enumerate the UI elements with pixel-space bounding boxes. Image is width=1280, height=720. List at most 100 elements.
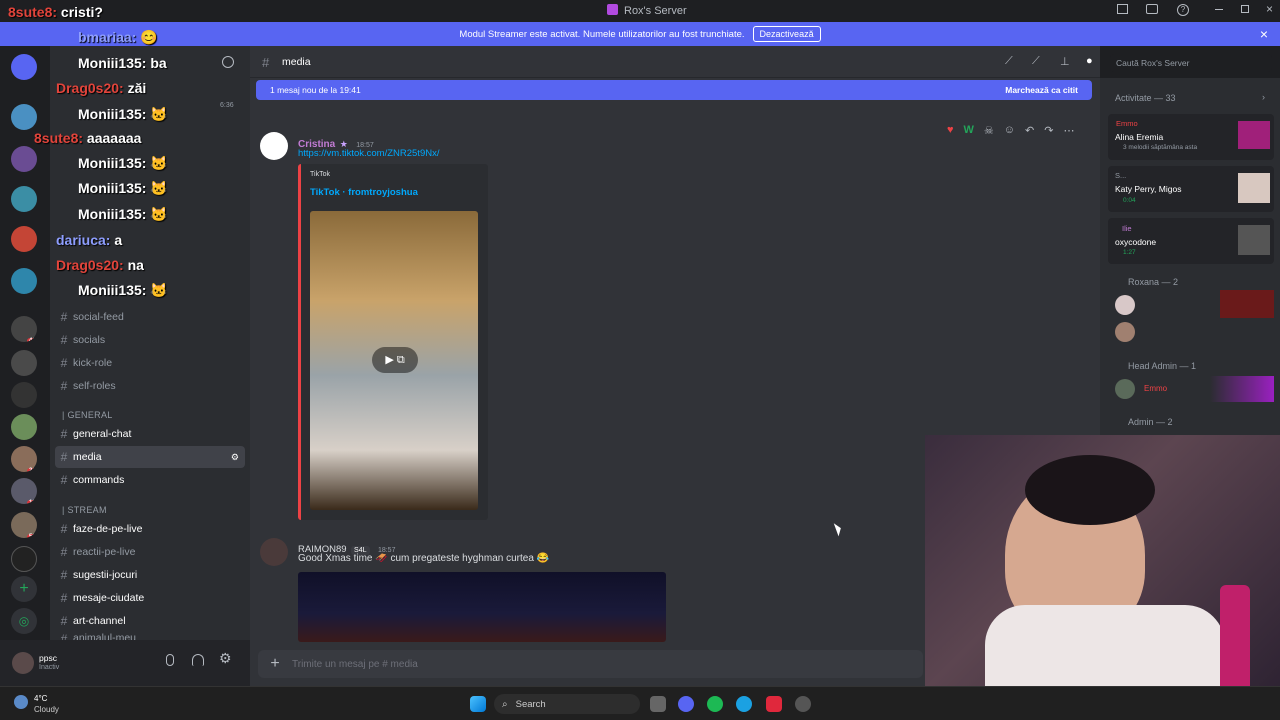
avatar[interactable] — [260, 132, 288, 160]
server-icon[interactable]: 525 — [11, 512, 37, 538]
category-general[interactable]: | GENERAL — [62, 410, 113, 420]
channel-label: mesaje-ciudate — [73, 592, 145, 604]
server-icon[interactable] — [11, 226, 37, 252]
user-settings-icon[interactable]: ⚙ — [219, 650, 232, 667]
server-icon[interactable]: 124 — [11, 478, 37, 504]
inbox-icon[interactable] — [1117, 4, 1128, 14]
message-input[interactable]: + Trimite un mesaj pe # media — [258, 650, 923, 678]
faded-time: 6:36 — [220, 102, 234, 109]
server-icon[interactable] — [11, 268, 37, 294]
album-art — [1238, 225, 1270, 255]
taskbar-search[interactable]: ⌕ Search — [494, 694, 640, 714]
activity-card[interactable]: S... Katy Perry, Migos 0:04 — [1108, 166, 1274, 212]
forward-icon[interactable]: ↷ — [1044, 124, 1053, 140]
monitor-icon[interactable] — [1146, 4, 1158, 14]
app-icon[interactable] — [766, 696, 782, 712]
disable-streamer-button[interactable]: Dezactivează — [752, 26, 821, 42]
activity-header: Activitate — 33 — [1115, 93, 1176, 103]
member-list-icon[interactable]: ● — [1086, 55, 1093, 67]
minimize-icon[interactable] — [1215, 9, 1223, 10]
weather-icon[interactable] — [14, 695, 28, 709]
server-icon[interactable] — [11, 382, 37, 408]
settings-icon[interactable]: ⚙ — [231, 452, 239, 463]
activity-user: Ilie — [1122, 224, 1132, 233]
spotify-icon[interactable] — [707, 696, 723, 712]
edge-icon[interactable] — [736, 696, 752, 712]
threads-icon[interactable]: ⟋ — [1005, 55, 1013, 68]
channel-label: art-channel — [73, 615, 126, 627]
activity-card[interactable]: Ilie oxycodone 1:27 — [1108, 218, 1274, 264]
message-link[interactable]: https://vm.tiktok.com/ZNR25t9Nx/ — [298, 148, 439, 159]
hash-icon: # — [60, 379, 68, 393]
server-icon[interactable]: 465 — [11, 316, 37, 342]
server-icon[interactable] — [11, 54, 37, 80]
hash-icon: # — [60, 427, 68, 441]
chevron-right-icon[interactable]: › — [1262, 92, 1265, 102]
server-icon[interactable] — [11, 350, 37, 376]
webcam-overlay — [925, 435, 1280, 720]
tiktok-embed: TikTok TikTok · fromtroyjoshua ▶ ⧉ — [298, 164, 488, 520]
pin-icon[interactable]: ⊥ — [1060, 55, 1070, 68]
member-name[interactable]: Emmo — [1144, 384, 1167, 393]
discover-icon[interactable]: ◎ — [11, 608, 37, 634]
server-icon[interactable]: 213 — [11, 446, 37, 472]
steam-icon[interactable] — [795, 696, 811, 712]
role-group: Admin — 2 — [1128, 417, 1173, 427]
w-reaction-icon[interactable]: W — [964, 124, 974, 140]
search-input[interactable]: Caută Rox's Server — [1110, 54, 1272, 72]
activity-title: oxycodone — [1115, 237, 1157, 247]
channel-header: # media ⟋ ⟋ ⊥ ● — [250, 46, 1100, 78]
overlay-chat-line: Drag0s20: zăi — [56, 80, 146, 96]
avatar[interactable] — [1115, 295, 1135, 315]
avatar[interactable] — [12, 652, 34, 674]
avatar[interactable] — [1115, 379, 1135, 399]
overlay-chat-line: 8sute8: cristi? — [8, 4, 103, 20]
skull-icon[interactable]: ☠ — [984, 124, 994, 140]
server-icon[interactable] — [11, 186, 37, 212]
activity-card[interactable]: Emmo Alina Eremia 3 melodii săptămâna as… — [1108, 114, 1274, 160]
reply-icon[interactable]: ↶ — [1025, 124, 1034, 140]
server-icon[interactable] — [11, 414, 37, 440]
channel-item-active[interactable]: # media ⚙ — [55, 446, 245, 468]
headphones-icon[interactable] — [192, 654, 204, 666]
category-stream[interactable]: | STREAM — [62, 505, 107, 515]
avatar[interactable] — [1115, 322, 1135, 342]
channel-label: reactii-pe-live — [73, 546, 136, 558]
overlay-text: aaaaaaa — [86, 130, 142, 146]
overlay-username: Drag0s20: — [56, 80, 124, 96]
channel-title: media — [282, 56, 311, 68]
overlay-chat-line: Moniii135: 🐱 — [78, 206, 168, 223]
heart-icon[interactable]: ♥ — [947, 124, 954, 140]
maximize-icon[interactable] — [1241, 5, 1249, 13]
video-thumbnail[interactable]: ▶ ⧉ — [310, 211, 478, 510]
notifications-icon[interactable]: ⟋ — [1032, 55, 1040, 68]
add-reaction-icon[interactable]: ☺ — [1004, 124, 1015, 140]
image-attachment[interactable] — [298, 572, 666, 642]
windows-start-icon[interactable] — [470, 696, 486, 712]
server-icon[interactable] — [11, 546, 37, 572]
banner-close-icon[interactable]: × — [1260, 26, 1268, 42]
new-messages-bar[interactable]: 1 mesaj nou de la 19:41 Marchează ca cit… — [256, 80, 1092, 100]
add-attachment-icon[interactable]: + — [258, 655, 292, 673]
more-icon[interactable]: ⋯ — [1063, 124, 1074, 140]
overlay-username: Moniii135: — [78, 206, 147, 222]
mark-read-button[interactable]: Marchează ca citit — [1005, 85, 1078, 95]
server-icon[interactable] — [11, 146, 37, 172]
avatar[interactable] — [260, 538, 288, 566]
close-window-icon[interactable]: × — [1266, 2, 1273, 16]
activity-title: Alina Eremia — [1115, 132, 1164, 142]
channel-label: media — [73, 451, 102, 463]
overlay-username: bmariaa: — [78, 29, 137, 45]
embed-title[interactable]: TikTok · fromtroyjoshua — [310, 187, 418, 198]
help-icon[interactable]: ? — [1177, 4, 1189, 16]
overlay-text: zăi — [127, 80, 147, 96]
discord-icon[interactable] — [678, 696, 694, 712]
server-badge: 213 — [26, 468, 37, 472]
add-member-icon[interactable] — [222, 56, 234, 68]
add-server-icon[interactable]: + — [11, 576, 37, 602]
server-icon[interactable] — [11, 104, 37, 130]
task-view-icon[interactable] — [650, 696, 666, 712]
channel-label: social-feed — [73, 311, 124, 323]
microphone-icon[interactable] — [166, 654, 174, 666]
play-icon[interactable]: ▶ ⧉ — [372, 347, 418, 373]
